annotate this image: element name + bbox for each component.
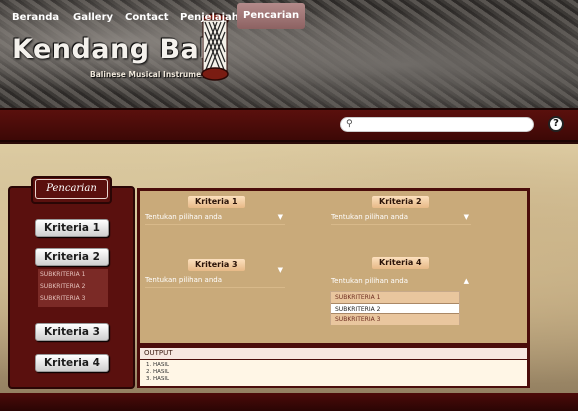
criteria-3-select[interactable]: Tentukan pilihan anda ▼ (145, 266, 285, 288)
chevron-down-icon: ▼ (277, 213, 283, 221)
sidebar-subkriteria-item[interactable]: SUBKRITERIA 3 (38, 293, 108, 305)
sidebar-kriteria-2-button[interactable]: Kriteria 2 (35, 248, 109, 266)
criteria-4-dropdown-list: SUBKRITERIA 1 SUBKRITERIA 2 SUBKRITERIA … (330, 291, 460, 325)
site-logo-subtitle: Balinese Musical Instrument (90, 70, 211, 79)
chevron-up-icon: ▲ (463, 277, 469, 285)
sidebar-subkriteria-list: SUBKRITERIA 1 SUBKRITERIA 2 SUBKRITERIA … (38, 269, 108, 307)
nav-penjelajah[interactable]: Penjelajah (180, 8, 239, 28)
sidebar-kriteria-4-button[interactable]: Kriteria 4 (35, 354, 109, 372)
criteria-3-select-text: Tentukan pilihan anda (145, 276, 223, 284)
criteria-4-select-text: Tentukan pilihan anda (331, 277, 409, 285)
search-input[interactable]: ⚲ (340, 117, 534, 132)
criteria-2-label: Kriteria 2 (372, 196, 429, 208)
criteria-1-label: Kriteria 1 (188, 196, 245, 208)
output-body: 1. HASIL 2. HASIL 3. HASIL (140, 360, 527, 386)
criteria-2-select[interactable]: Tentukan pilihan anda ▼ (331, 211, 471, 225)
nav-gallery[interactable]: Gallery (73, 8, 113, 28)
help-button[interactable]: ? (548, 116, 564, 132)
sidebar-kriteria-3-button[interactable]: Kriteria 3 (35, 323, 109, 341)
chevron-down-icon: ▼ (277, 266, 283, 274)
output-title: OUTPUT (140, 348, 527, 359)
criteria-4-select[interactable]: Tentukan pilihan anda ▲ (331, 275, 471, 287)
output-line: 2. HASIL (146, 369, 170, 375)
criteria-1-select-text: Tentukan pilihan anda (145, 213, 223, 221)
criteria-4-label: Kriteria 4 (372, 257, 429, 269)
criteria-1-select[interactable]: Tentukan pilihan anda ▼ (145, 211, 285, 225)
criteria-3-label: Kriteria 3 (188, 259, 245, 271)
search-icon: ⚲ (346, 119, 353, 129)
nav-contact[interactable]: Contact (125, 8, 169, 28)
sidebar-subkriteria-item[interactable]: SUBKRITERIA 2 (38, 281, 108, 293)
output-line: 1. HASIL (146, 362, 170, 368)
dropdown-option[interactable]: SUBKRITERIA 1 (331, 292, 459, 303)
criteria-2-select-text: Tentukan pilihan anda (331, 213, 409, 221)
select-underline (145, 224, 285, 225)
sidebar-title: Pencarian (35, 179, 108, 199)
site-logo-title: Kendang Bali (12, 34, 219, 65)
footer-bar (0, 393, 578, 411)
chevron-down-icon: ▼ (463, 213, 469, 221)
output-line: 3. HASIL (146, 376, 170, 382)
sidebar-kriteria-1-button[interactable]: Kriteria 1 (35, 219, 109, 237)
dropdown-option[interactable]: SUBKRITERIA 3 (331, 314, 459, 325)
nav-pencarian[interactable]: Pencarian (237, 3, 306, 29)
select-underline (331, 224, 471, 225)
sidebar-subkriteria-item[interactable]: SUBKRITERIA 1 (38, 269, 108, 281)
select-underline (145, 287, 285, 288)
nav-beranda[interactable]: Beranda (12, 8, 59, 28)
dropdown-option-selected[interactable]: SUBKRITERIA 2 (331, 303, 459, 314)
